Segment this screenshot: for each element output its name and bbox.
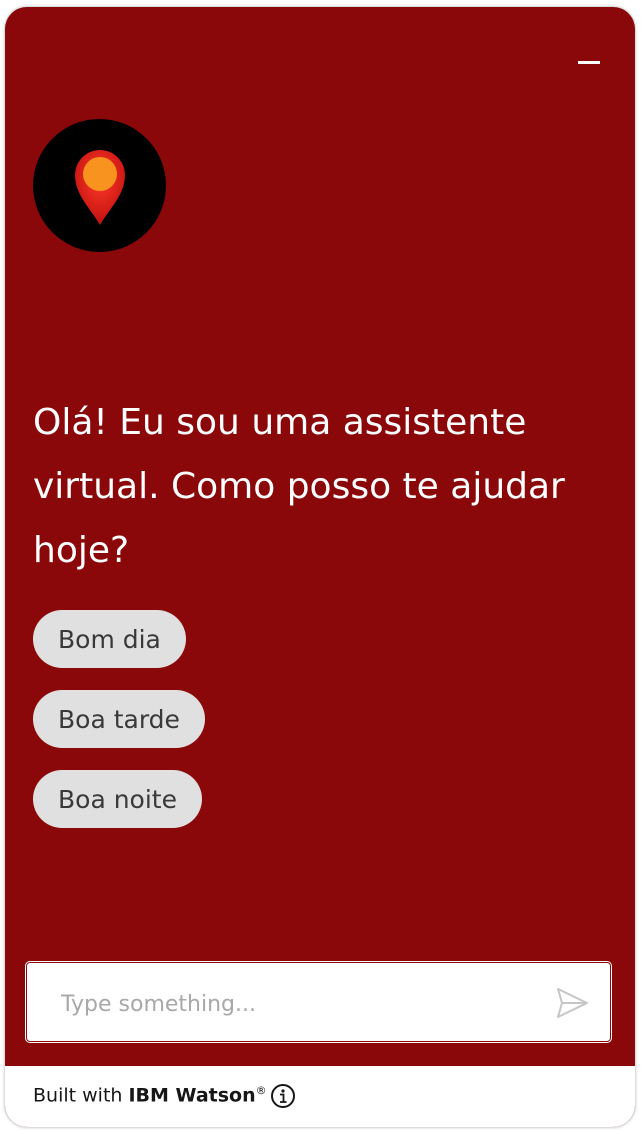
send-button[interactable] xyxy=(554,985,590,1021)
footer-attribution: Built with IBM Watson® xyxy=(33,1084,267,1106)
assistant-avatar xyxy=(33,119,166,252)
option-boa-tarde-button[interactable]: Boa tarde xyxy=(33,690,205,748)
info-button[interactable] xyxy=(270,1083,296,1109)
footer-trademark: ® xyxy=(255,1084,267,1097)
message-input[interactable] xyxy=(59,981,523,1027)
send-icon xyxy=(557,988,588,1018)
chat-widget: Olá! Eu sou uma assistente virtual. Como… xyxy=(5,7,635,1127)
quick-reply-options: Bom dia Boa tarde Boa noite xyxy=(33,610,205,850)
footer-brand: IBM Watson xyxy=(128,1084,256,1107)
minimize-button[interactable] xyxy=(573,51,603,81)
minimize-icon xyxy=(578,61,600,64)
option-boa-noite-button[interactable]: Boa noite xyxy=(33,770,202,828)
message-input-container xyxy=(25,961,612,1043)
footer: Built with IBM Watson® xyxy=(5,1066,635,1127)
map-pin-icon xyxy=(74,149,125,225)
info-icon xyxy=(271,1084,295,1108)
greeting-message: Olá! Eu sou uma assistente virtual. Como… xyxy=(33,402,565,571)
footer-prefix: Built with xyxy=(33,1084,129,1107)
option-bom-dia-button[interactable]: Bom dia xyxy=(33,610,186,668)
